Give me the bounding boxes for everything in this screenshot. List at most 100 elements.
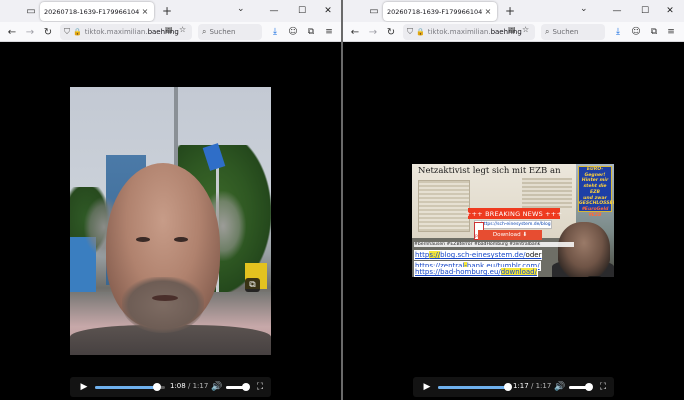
minimize-icon[interactable]: — (260, 0, 288, 22)
bookmark-icon[interactable]: ☆ (179, 25, 186, 34)
picture-in-picture-icon[interactable]: ⧉ (245, 278, 260, 292)
forward-icon[interactable]: → (366, 25, 380, 39)
download-banner: Download ⬇ (478, 230, 542, 240)
page-viewport: Netzaktivist legt sich mit EZB an EURO-G… (343, 43, 684, 400)
fullscreen-icon[interactable]: ⛶ (254, 381, 266, 393)
scrubber-progress (95, 386, 157, 389)
volume-icon[interactable]: 🔊 (211, 381, 223, 393)
app-menu-icon[interactable]: ≡ (664, 25, 678, 39)
euro-box-line: steht die EZB (583, 184, 607, 195)
video-eye-right (174, 237, 188, 242)
reader-view-icon[interactable]: ▤ (165, 25, 173, 34)
euro-box-line: #EuroGeld #EZB (581, 207, 609, 218)
list-all-tabs-icon[interactable]: ⌄ (580, 4, 588, 14)
scrubber-progress (438, 386, 508, 389)
search-box[interactable]: ⌕ Suchen (541, 24, 605, 40)
scrubber-thumb[interactable] (504, 383, 512, 391)
navigation-bar: ← → ↻ ⛉ 🔒 tiktok.maximilian.baehring ▤ ☆… (0, 22, 341, 42)
tab-bar: ▭ 20260718-1639-F179966104777102123 × + … (0, 0, 341, 22)
breaking-news-banner: +++ BREAKING NEWS +++ (465, 208, 563, 219)
list-all-tabs-icon[interactable]: ⌄ (237, 4, 245, 14)
active-tab[interactable]: 20260718-1639-F179966104777102123 × (383, 2, 497, 21)
blog-link-box: https://sch-einesystem.de/blog (474, 220, 552, 229)
right-browser-window: ▭ 20260718-1639-F179966104777102123 × + … (343, 0, 684, 400)
download-text: Download ⬇ (492, 232, 528, 238)
maximize-icon[interactable]: ☐ (288, 0, 316, 22)
volume-thumb[interactable] (584, 383, 593, 391)
newspaper-clipping (418, 180, 470, 232)
maximize-icon[interactable]: ☐ (631, 0, 659, 22)
extensions-icon[interactable]: ⧉ (647, 25, 661, 39)
volume-thumb[interactable] (241, 383, 250, 391)
video-controls: ▶ 1:17 / 1:17 🔊 ⛶ (413, 377, 614, 397)
play-icon[interactable]: ▶ (421, 381, 433, 393)
back-icon[interactable]: ← (5, 25, 19, 39)
play-icon[interactable]: ▶ (78, 381, 90, 393)
account-icon[interactable]: ☺ (286, 25, 300, 39)
video-scrubber[interactable] (438, 383, 512, 391)
hashtags-text: #bernhausen #EZBterror #badHomburg #zent… (414, 242, 574, 247)
page-viewport: ⧉ ▶ 1:08 / 1:17 🔊 ⛶ (0, 43, 341, 400)
new-tab-button[interactable]: + (160, 3, 174, 19)
bookmark-icon[interactable]: ☆ (522, 25, 529, 34)
forward-icon[interactable]: → (23, 25, 37, 39)
search-box[interactable]: ⌕ Suchen (198, 24, 262, 40)
picture-in-picture-icon[interactable]: ⧉ (587, 276, 602, 277)
shield-icon[interactable]: ⛉ (407, 27, 413, 37)
search-icon: ⌕ (202, 27, 207, 36)
breaking-news-text: +++ BREAKING NEWS +++ (465, 209, 563, 218)
newspaper-clipping (522, 178, 572, 210)
new-tab-button[interactable]: + (503, 3, 517, 19)
downloads-icon[interactable]: ⤓ (268, 25, 282, 39)
video-controls: ▶ 1:08 / 1:17 🔊 ⛶ (70, 377, 271, 397)
reader-view-icon[interactable]: ▤ (508, 25, 516, 34)
search-placeholder: Suchen (552, 28, 579, 36)
minimize-icon[interactable]: — (603, 0, 631, 22)
tab-title: 20260718-1639-F179966104777102123 (44, 7, 140, 16)
video-eye-left (136, 237, 150, 242)
tab-list-icon[interactable]: ▭ (363, 0, 385, 22)
video-link-1: http s://blog.sch-einesystem.de/ oder (414, 250, 543, 260)
tab-list-icon[interactable]: ▭ (20, 0, 42, 22)
euro-box-line: EURO-Gegner! (584, 167, 606, 178)
shield-icon[interactable]: ⛉ (64, 27, 70, 37)
video-person-face (558, 222, 610, 277)
volume-slider[interactable] (569, 383, 593, 391)
video-link-3: https://bad-homburg.eu/download/ (414, 267, 538, 277)
extensions-icon[interactable]: ⧉ (304, 25, 318, 39)
video-scrubber[interactable] (95, 383, 165, 391)
video-time: 1:08 / 1:17 (170, 382, 209, 390)
close-window-icon[interactable]: ✕ (656, 0, 684, 22)
active-tab[interactable]: 20260718-1639-F179966104777102123 × (40, 2, 154, 21)
navigation-bar: ← → ↻ ⛉ 🔒 tiktok.maximilian.baehring ▤ ☆… (343, 22, 684, 42)
tab-close-icon[interactable]: × (483, 7, 493, 17)
desktop-screen: ▭ 20260718-1639-F179966104777102123 × + … (0, 0, 684, 400)
downloads-icon[interactable]: ⤓ (611, 25, 625, 39)
fullscreen-icon[interactable]: ⛶ (597, 381, 609, 393)
lock-icon[interactable]: 🔒 (73, 28, 82, 36)
video-mouth (152, 295, 178, 301)
volume-slider[interactable] (226, 383, 250, 391)
account-icon[interactable]: ☺ (629, 25, 643, 39)
back-icon[interactable]: ← (348, 25, 362, 39)
close-window-icon[interactable]: ✕ (314, 0, 341, 22)
tab-bar: ▭ 20260718-1639-F179966104777102123 × + … (343, 0, 684, 22)
video-player[interactable]: ⧉ (70, 87, 271, 355)
video-player[interactable]: Netzaktivist legt sich mit EZB an EURO-G… (412, 164, 614, 277)
volume-icon[interactable]: 🔊 (554, 381, 566, 393)
lock-icon[interactable]: 🔒 (416, 28, 425, 36)
search-placeholder: Suchen (209, 28, 236, 36)
video-time: 1:17 / 1:17 (513, 382, 552, 390)
scrubber-thumb[interactable] (152, 383, 161, 391)
blog-link-text: https://sch-einesystem.de/blog (481, 222, 551, 227)
reload-icon[interactable]: ↻ (41, 25, 55, 39)
newspaper-headline: Netzaktivist legt sich mit EZB an (418, 166, 561, 176)
euro-gegner-box: EURO-Gegner! Hinter mir steht die EZB un… (578, 166, 614, 218)
video-beard (122, 277, 204, 333)
search-icon: ⌕ (545, 27, 550, 36)
app-menu-icon[interactable]: ≡ (322, 25, 336, 39)
left-browser-window: ▭ 20260718-1639-F179966104777102123 × + … (0, 0, 341, 400)
tab-title: 20260718-1639-F179966104777102123 (387, 7, 483, 16)
reload-icon[interactable]: ↻ (384, 25, 398, 39)
tab-close-icon[interactable]: × (140, 7, 150, 17)
